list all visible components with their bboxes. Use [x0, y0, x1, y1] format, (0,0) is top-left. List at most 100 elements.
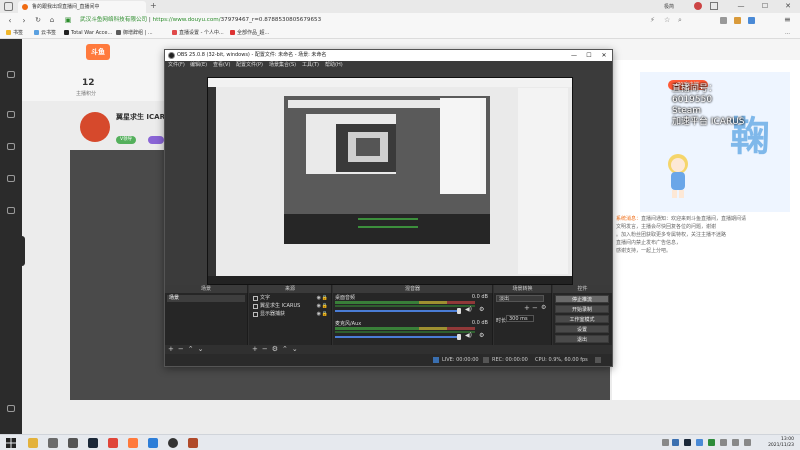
sidebar-item-category[interactable] [3, 143, 19, 159]
tray-icon[interactable] [662, 439, 669, 446]
tray-icon[interactable] [684, 439, 691, 446]
extension-icon[interactable] [748, 17, 755, 24]
obs-icon[interactable] [168, 438, 178, 448]
sidebar-collapse-handle[interactable] [22, 236, 25, 266]
home-icon[interactable]: ⌂ [46, 15, 58, 26]
bookmark-item[interactable]: 全部作品_超... [230, 28, 269, 39]
bookmark-item[interactable]: 云书签 [34, 28, 56, 39]
lightning-icon[interactable]: ⚡ [650, 16, 658, 24]
volume-slider[interactable] [335, 310, 459, 312]
volume-slider-knob[interactable] [457, 334, 461, 340]
studio-mode-button[interactable]: 工作室模式 [555, 315, 609, 323]
settings-button[interactable]: 设置 [555, 325, 609, 333]
gear-icon[interactable]: ⚙ [272, 345, 278, 353]
app-icon[interactable] [48, 438, 58, 448]
menu-tools[interactable]: 工具(T) [302, 61, 319, 70]
douyu-icon[interactable] [128, 438, 138, 448]
forward-icon[interactable]: › [18, 15, 30, 26]
visibility-icon[interactable]: ◉ [317, 303, 321, 310]
user-label[interactable]: 极简 [664, 3, 674, 10]
browser-menu-icon[interactable] [4, 2, 13, 11]
ime-icon[interactable] [744, 439, 751, 446]
search-icon[interactable]: ⌕ [678, 16, 686, 24]
up-icon[interactable]: ⌃ [188, 345, 194, 353]
obs-maximize-button[interactable]: ☐ [582, 50, 596, 61]
bookmark-item[interactable]: Total War Acce... [64, 28, 112, 39]
shirt-icon[interactable] [710, 2, 718, 10]
anchor-tag[interactable]: V领导 [116, 136, 136, 144]
obs-close-button[interactable]: ✕ [597, 50, 611, 61]
menu-icon[interactable]: ≡ [784, 15, 791, 24]
menu-edit[interactable]: 编辑(E) [190, 61, 207, 70]
volume-slider-knob[interactable] [457, 308, 461, 314]
sidebar-item-live[interactable] [3, 111, 19, 127]
file-explorer-icon[interactable] [28, 438, 38, 448]
anchor-avatar[interactable] [80, 112, 110, 142]
bookmark-item[interactable]: 书签 [6, 28, 23, 39]
refresh-icon[interactable]: ↻ [32, 15, 44, 26]
remove-icon[interactable]: − [178, 345, 184, 353]
start-recording-button[interactable]: 开始录制 [555, 305, 609, 313]
obs-title-bar[interactable]: OBS 25.0.8 (32-bit, windows) - 配置文件: 未命名… [165, 50, 612, 61]
up-icon[interactable]: ⌃ [282, 345, 288, 353]
source-item[interactable]: 显示器捕获 ◉ 🔒 [251, 311, 329, 318]
speaker-icon[interactable]: ◀) [465, 306, 472, 313]
bookmarks-more[interactable]: … [785, 28, 790, 39]
tray-icon[interactable] [696, 439, 703, 446]
network-icon[interactable] [720, 439, 727, 446]
add-icon[interactable]: + [168, 345, 174, 353]
speaker-icon[interactable]: ◀) [465, 332, 472, 339]
gear-icon[interactable]: ⚙ [479, 306, 484, 313]
browser-icon[interactable] [148, 438, 158, 448]
remove-icon[interactable]: − [262, 345, 268, 353]
star-icon[interactable]: ☆ [664, 16, 672, 24]
down-icon[interactable]: ⌄ [292, 345, 298, 353]
exit-button[interactable]: 退出 [555, 335, 609, 343]
windows-start-icon[interactable] [6, 438, 16, 448]
game-icon[interactable] [188, 438, 198, 448]
browser-tab-active[interactable]: 鲁的跟我出现直播间_直播间中 [18, 1, 146, 13]
bookmark-item[interactable]: 御增辞组 | ... [116, 28, 153, 39]
menu-profile[interactable]: 配置文件(P) [236, 61, 263, 70]
remove-icon[interactable]: − [532, 304, 538, 312]
minimize-button[interactable]: — [728, 0, 754, 13]
source-item[interactable]: 翼星求生 ICARUS ◉ 🔒 [251, 303, 329, 310]
sidebar-item-home[interactable] [3, 71, 19, 87]
menu-scene-collection[interactable]: 场景集合(S) [269, 61, 296, 70]
gear-icon[interactable]: ⚙ [479, 332, 484, 339]
obs-minimize-button[interactable]: — [567, 50, 581, 61]
add-icon[interactable]: + [252, 345, 258, 353]
visibility-icon[interactable]: ◉ [317, 295, 321, 302]
gear-icon[interactable]: ⚙ [541, 304, 546, 311]
app-icon[interactable] [68, 438, 78, 448]
add-icon[interactable]: + [524, 304, 530, 312]
scene-item[interactable]: 场景 [167, 295, 245, 302]
duration-input[interactable]: 300 ms [506, 315, 534, 322]
extension-icon[interactable] [734, 17, 741, 24]
visibility-icon[interactable]: ◉ [317, 311, 321, 318]
anchor-name[interactable]: 翼星求生 ICARU [116, 112, 171, 122]
transition-select[interactable]: 淡出 [496, 295, 544, 302]
volume-slider[interactable] [335, 336, 459, 338]
sidebar-item-video[interactable] [3, 175, 19, 191]
menu-help[interactable]: 帮助(H) [325, 61, 343, 70]
bookmark-item[interactable]: 直播设置 - 个人中... [172, 28, 224, 39]
douyu-logo[interactable]: 斗鱼 [86, 44, 110, 60]
clock[interactable]: 13:00 2021/11/23 [768, 437, 794, 449]
app-icon[interactable] [108, 438, 118, 448]
extension-icon[interactable] [720, 17, 727, 24]
tray-icon[interactable] [672, 439, 679, 446]
sidebar-item-settings[interactable] [3, 405, 19, 421]
lock-icon[interactable]: 🔒 [322, 295, 328, 302]
steam-icon[interactable] [88, 438, 98, 448]
menu-file[interactable]: 文件(F) [168, 61, 185, 70]
new-tab-icon[interactable]: + [150, 1, 157, 10]
lock-icon[interactable]: 🔒 [322, 303, 328, 310]
stop-streaming-button[interactable]: 停止推流 [555, 295, 609, 303]
volume-icon[interactable] [732, 439, 739, 446]
menu-view[interactable]: 查看(V) [213, 61, 230, 70]
sidebar-item-game[interactable] [3, 207, 19, 223]
user-avatar-icon[interactable] [694, 2, 702, 10]
down-icon[interactable]: ⌄ [198, 345, 204, 353]
source-item[interactable]: 文字 ◉ 🔒 [251, 295, 329, 302]
